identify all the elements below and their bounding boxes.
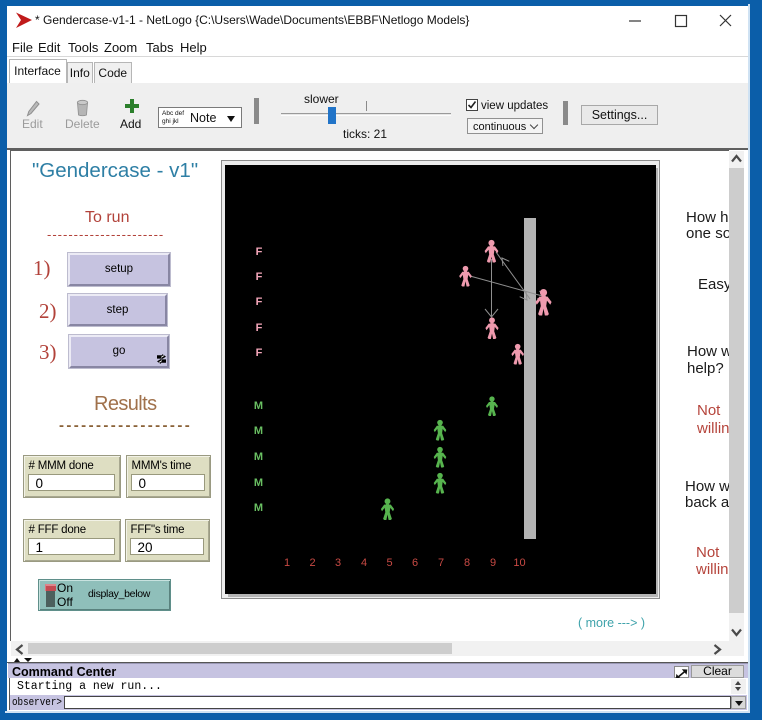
svg-text:4: 4	[361, 557, 367, 569]
svg-text:M: M	[254, 477, 263, 489]
svg-text:F: F	[256, 271, 263, 283]
svg-text:M: M	[254, 502, 263, 514]
svg-text:1: 1	[284, 557, 290, 569]
svg-text:10: 10	[513, 557, 525, 569]
svg-text:F: F	[256, 296, 263, 308]
svg-text:F: F	[256, 347, 263, 359]
svg-text:7: 7	[438, 557, 444, 569]
svg-text:M: M	[254, 400, 263, 412]
svg-text:9: 9	[490, 557, 496, 569]
svg-text:6: 6	[412, 557, 418, 569]
svg-text:F: F	[256, 322, 263, 334]
svg-text:3: 3	[335, 557, 341, 569]
svg-text:F: F	[256, 246, 263, 258]
svg-text:5: 5	[386, 557, 392, 569]
svg-text:M: M	[254, 425, 263, 437]
svg-text:2: 2	[309, 557, 315, 569]
svg-text:8: 8	[464, 557, 470, 569]
svg-text:M: M	[254, 451, 263, 463]
